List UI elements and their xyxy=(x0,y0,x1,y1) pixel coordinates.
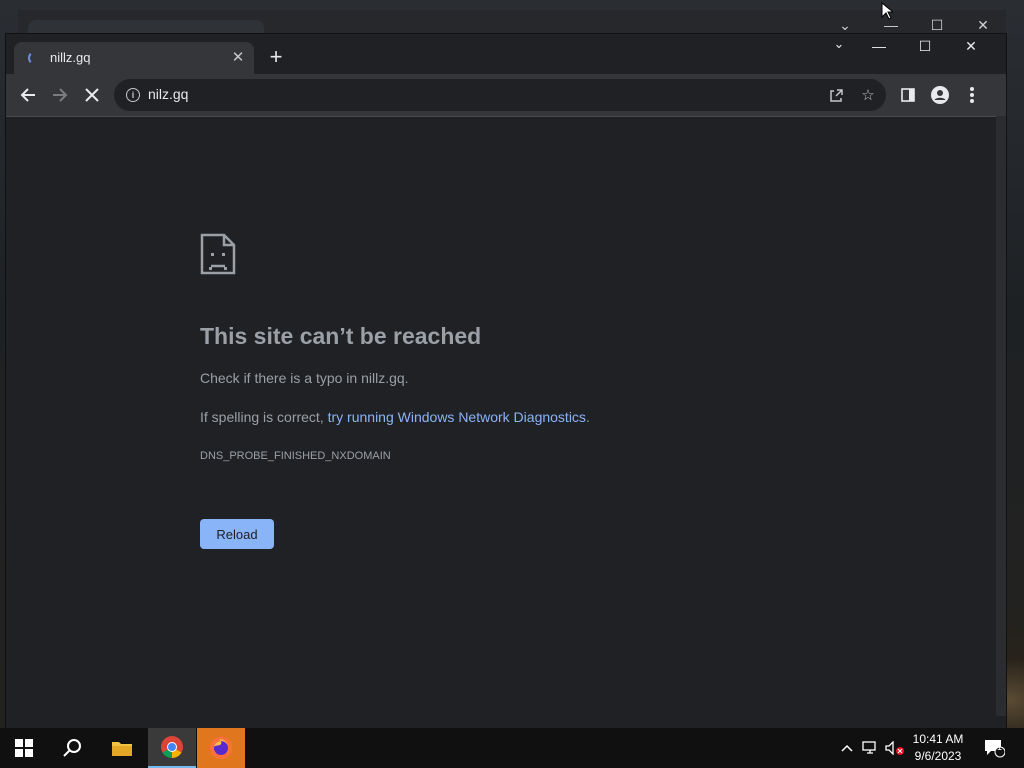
tab-search-icon[interactable]: ⌄ xyxy=(824,36,854,56)
error-heading: This site can’t be reached xyxy=(200,323,482,349)
diagnostics-link[interactable]: try running Windows Network Diagnostics xyxy=(328,409,586,425)
active-tab[interactable]: nillz.gq ✕ xyxy=(14,42,254,74)
share-icon[interactable] xyxy=(824,83,848,107)
side-panel-icon[interactable] xyxy=(894,81,922,109)
search-icon[interactable] xyxy=(48,728,96,768)
address-bar[interactable]: i nilz.gq ☆ xyxy=(114,79,886,111)
error-code: DNS_PROBE_FINISHED_NXDOMAIN xyxy=(200,450,391,462)
reload-button[interactable]: Reload xyxy=(200,519,274,549)
diagnostics-prefix: If spelling is correct, xyxy=(200,409,328,425)
minimize-icon[interactable]: — xyxy=(856,34,902,58)
error-page: This site can’t be reached Check if ther… xyxy=(6,117,996,728)
sad-document-icon xyxy=(200,233,236,280)
close-window-icon[interactable]: ✕ xyxy=(948,34,994,58)
file-explorer-icon[interactable] xyxy=(98,728,146,768)
back-arrow-icon[interactable] xyxy=(14,81,42,109)
maximize-icon[interactable]: ☐ xyxy=(902,34,948,58)
typo-suggestion: Check if there is a typo in nillz.gq. xyxy=(200,370,409,386)
scrollbar[interactable] xyxy=(996,116,1006,716)
notifications-icon[interactable]: 1 xyxy=(978,728,1010,768)
loading-spinner-icon xyxy=(28,51,42,65)
mouse-cursor-icon xyxy=(881,1,895,25)
profile-icon[interactable] xyxy=(926,81,954,109)
taskbar: 10:41 AM 9/6/2023 1 xyxy=(0,728,1024,768)
diagnostics-suffix: . xyxy=(585,409,590,425)
forward-arrow-icon[interactable] xyxy=(46,81,74,109)
firefox-taskbar-icon[interactable] xyxy=(197,728,245,768)
notification-count: 1 xyxy=(997,742,1003,752)
url-text[interactable]: nilz.gq xyxy=(148,86,188,102)
clock-time: 10:41 AM xyxy=(912,732,964,746)
toolbar: i nilz.gq ☆ xyxy=(6,74,1006,117)
window-controls: — ☐ ✕ xyxy=(856,34,994,58)
diagnostics-suggestion: If spelling is correct, try running Wind… xyxy=(200,409,590,425)
browser-window: nillz.gq ✕ + ⌄ — ☐ ✕ i nilz.gq ☆ This si… xyxy=(6,34,1006,728)
network-icon[interactable] xyxy=(860,728,882,768)
menu-kebab-icon[interactable] xyxy=(958,81,986,109)
volume-muted-icon[interactable] xyxy=(884,728,906,768)
new-tab-button[interactable]: + xyxy=(264,46,288,70)
stop-loading-icon[interactable] xyxy=(78,81,106,109)
site-info-icon[interactable]: i xyxy=(126,88,140,102)
chrome-taskbar-icon[interactable] xyxy=(148,728,196,768)
tab-close-icon[interactable]: ✕ xyxy=(228,48,248,68)
tab-strip: nillz.gq ✕ + ⌄ — ☐ ✕ xyxy=(6,34,1006,74)
tab-title: nillz.gq xyxy=(50,50,91,65)
start-windows-icon[interactable] xyxy=(0,728,48,768)
clock[interactable]: 10:41 AM 9/6/2023 xyxy=(906,731,970,765)
chevron-up-icon[interactable] xyxy=(838,728,856,768)
clock-date: 9/6/2023 xyxy=(914,749,962,763)
bookmark-star-icon[interactable]: ☆ xyxy=(856,83,880,107)
